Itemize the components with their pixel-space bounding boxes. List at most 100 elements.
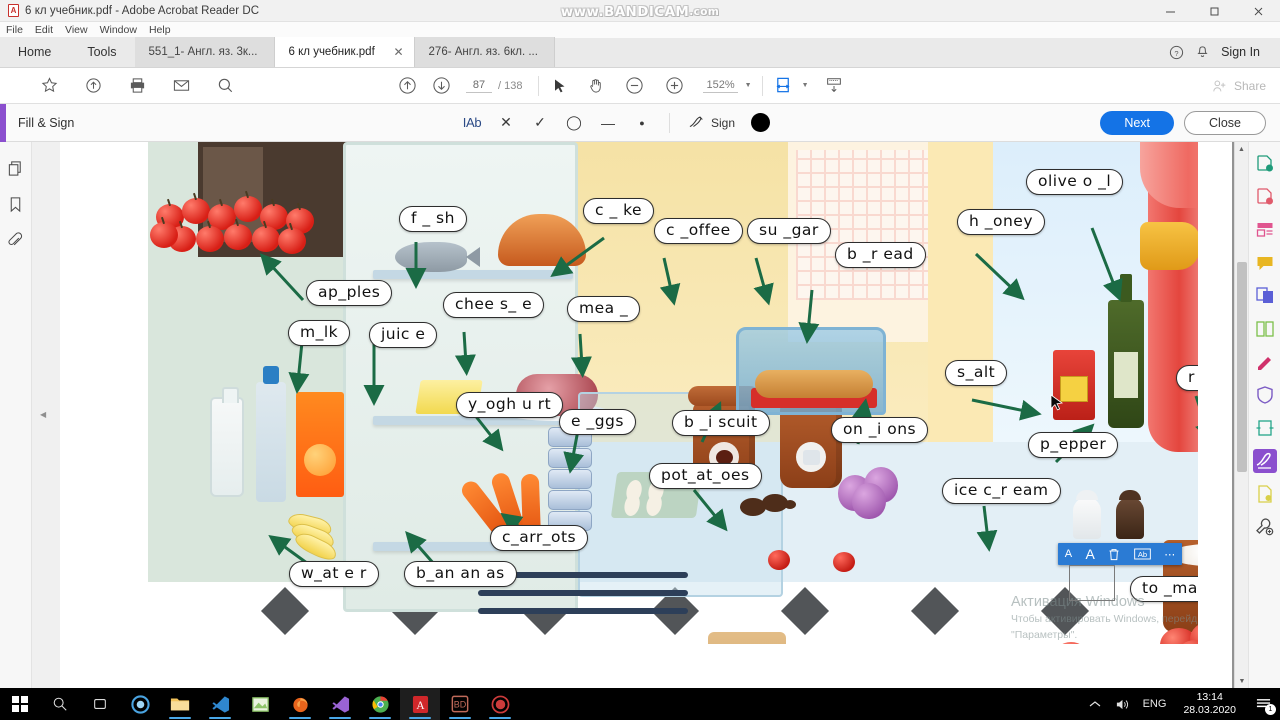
comb-field-button[interactable]: Ab — [1133, 548, 1151, 560]
delete-button[interactable] — [1108, 548, 1120, 561]
page-number-box[interactable]: 87 / 138 — [466, 79, 522, 93]
label-bread[interactable]: b _r ead — [835, 242, 926, 269]
label-coffee[interactable]: c _offee — [654, 218, 743, 245]
arrow-up-circle-icon[interactable] — [396, 75, 418, 97]
task-view-icon[interactable] — [80, 688, 120, 720]
scroll-up-arrow-icon[interactable]: ▲ — [1235, 142, 1248, 156]
line-tool[interactable]: — — [591, 110, 625, 136]
page-thumbnails-icon[interactable] — [6, 158, 26, 178]
star-icon[interactable] — [38, 75, 60, 97]
label-tomatoes[interactable]: to _matoes — [1130, 576, 1198, 603]
fit-page-icon[interactable] — [773, 75, 795, 97]
cross-mark-tool[interactable]: ✕ — [489, 110, 523, 136]
document-tab-2[interactable]: 6 кл учебник.pdf ✕ — [274, 37, 415, 67]
label-cheese[interactable]: chee s_ e — [443, 292, 545, 319]
attachments-icon[interactable] — [6, 230, 26, 250]
bandicam-icon[interactable]: BD — [440, 688, 480, 720]
document-tab-2-close-icon[interactable]: ✕ — [393, 45, 403, 59]
zoom-level-input[interactable]: 152% — [703, 79, 738, 93]
redact-icon[interactable] — [1253, 350, 1277, 374]
label-eggs[interactable]: e _ggs — [559, 409, 636, 436]
protect-icon[interactable] — [1253, 383, 1277, 407]
help-circle-icon[interactable]: ? — [1163, 37, 1189, 67]
fill-and-sign-icon[interactable] — [1252, 449, 1277, 473]
document-viewport[interactable]: ◀ ap_ples m_lk juic e w_at e r b_an an a… — [32, 142, 1248, 688]
maximize-button[interactable] — [1192, 0, 1236, 22]
create-pdf-icon[interactable] — [1253, 185, 1277, 209]
start-button[interactable] — [0, 688, 40, 720]
firefox-icon[interactable] — [280, 688, 320, 720]
label-meat[interactable]: mea _ — [567, 296, 641, 323]
sign-in-button[interactable]: Sign In — [1215, 45, 1270, 59]
search-icon[interactable] — [40, 688, 80, 720]
label-water[interactable]: w_at e r — [289, 561, 379, 588]
dot-tool[interactable]: ● — [625, 110, 659, 136]
volume-icon[interactable] — [1108, 698, 1136, 711]
organize-pages-icon[interactable] — [1253, 317, 1277, 341]
scrollbar-thumb[interactable] — [1237, 262, 1247, 472]
label-salt[interactable]: s_alt — [945, 360, 1008, 387]
label-fish[interactable]: f _ sh — [399, 206, 467, 233]
close-button[interactable] — [1236, 0, 1280, 22]
label-apples[interactable]: ap_ples — [306, 280, 393, 307]
acrobat-reader-icon[interactable]: A — [400, 688, 440, 720]
visual-studio-icon[interactable] — [320, 688, 360, 720]
paint-app-icon[interactable] — [240, 688, 280, 720]
bell-icon[interactable] — [1189, 37, 1215, 67]
add-text-tool[interactable]: IAb — [455, 110, 489, 136]
label-cake[interactable]: c _ ke — [583, 198, 655, 225]
zoom-in-icon[interactable] — [663, 75, 685, 97]
search-icon[interactable] — [214, 75, 236, 97]
chrome-icon[interactable] — [360, 688, 400, 720]
label-olive-oil[interactable]: olive o _l — [1026, 169, 1124, 196]
minimize-button[interactable] — [1148, 0, 1192, 22]
scroll-down-arrow-icon[interactable]: ▼ — [1235, 674, 1249, 688]
collapse-panel-arrow-icon[interactable]: ◀ — [40, 410, 46, 419]
label-ice-cream[interactable]: ice c_r eam — [942, 478, 1061, 505]
export-pdf-icon[interactable] — [1253, 152, 1277, 176]
increase-font-size-button[interactable]: A — [1086, 546, 1095, 562]
label-honey[interactable]: h _oney — [957, 209, 1046, 236]
prepare-form-icon[interactable] — [1253, 482, 1277, 506]
menu-file[interactable]: File — [6, 24, 23, 36]
bookmarks-icon[interactable] — [6, 194, 26, 214]
comment-icon[interactable] — [1253, 251, 1277, 275]
share-button[interactable]: Share — [1212, 78, 1266, 94]
zoom-out-icon[interactable] — [623, 75, 645, 97]
recorder-icon[interactable] — [480, 688, 520, 720]
check-mark-tool[interactable]: ✓ — [523, 110, 557, 136]
vs-code-icon[interactable] — [200, 688, 240, 720]
label-sugar[interactable]: su _gar — [747, 218, 831, 245]
label-onions[interactable]: on _i ons — [831, 417, 929, 444]
label-biscuit[interactable]: b _i scuit — [672, 410, 770, 437]
fullscreen-icon[interactable] — [823, 75, 845, 97]
email-icon[interactable] — [170, 75, 192, 97]
edit-pdf-icon[interactable] — [1253, 218, 1277, 242]
cursor-arrow-icon[interactable] — [549, 75, 571, 97]
document-tab-1[interactable]: 551_1- Англ. яз. 3к... — [134, 37, 275, 67]
decrease-font-size-button[interactable]: A — [1065, 548, 1072, 560]
home-tab[interactable]: Home — [0, 37, 70, 67]
combine-files-icon[interactable] — [1253, 284, 1277, 308]
text-field-selection-toolbar[interactable]: A A Ab ⋯ — [1058, 543, 1182, 565]
language-indicator[interactable]: ENG — [1136, 698, 1174, 710]
label-potatoes[interactable]: pot_at_oes — [649, 463, 762, 490]
label-juice[interactable]: juic e — [369, 322, 438, 349]
zoom-chevron-down-icon[interactable]: ▼ — [745, 82, 752, 89]
vertical-scrollbar[interactable]: ▲ ▼ — [1234, 142, 1248, 688]
menu-edit[interactable]: Edit — [35, 24, 53, 36]
label-rice[interactable]: r _i ce — [1176, 365, 1198, 392]
label-bananas[interactable]: b_an an as — [404, 561, 517, 588]
optimize-pdf-icon[interactable] — [1253, 416, 1277, 440]
label-milk[interactable]: m_lk — [288, 320, 351, 347]
label-carrots[interactable]: c_arr_ots — [490, 525, 589, 552]
selected-text-field-box[interactable] — [1069, 565, 1115, 601]
page-number-input[interactable]: 87 — [466, 79, 492, 93]
menu-window[interactable]: Window — [100, 24, 137, 36]
print-icon[interactable] — [126, 75, 148, 97]
label-pepper[interactable]: p_epper — [1028, 432, 1119, 459]
close-fill-sign-button[interactable]: Close — [1184, 110, 1266, 135]
menu-view[interactable]: View — [65, 24, 88, 36]
hand-icon[interactable] — [585, 75, 607, 97]
cortana-app-icon[interactable] — [120, 688, 160, 720]
